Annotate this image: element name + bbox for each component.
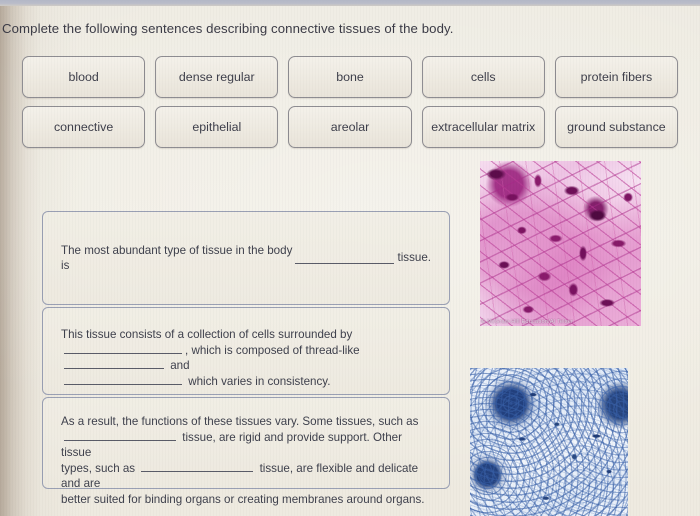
sentence-3-part-5: better suited for binding organs or crea… — [61, 492, 425, 506]
micrograph-areolar-nuclei — [480, 161, 641, 326]
sentence-dropzone-1[interactable]: The most abundant type of tissue in the … — [42, 211, 450, 305]
word-chip-blood[interactable]: blood — [22, 56, 146, 98]
sentence-2-line-3: which varies in consistency. — [61, 374, 431, 390]
sentence-3-line-1: As a result, the functions of these tiss… — [61, 414, 431, 430]
word-chip-bone[interactable]: bone — [288, 56, 412, 98]
sentence-3-part-1: As a result, the functions of these tiss… — [61, 415, 419, 428]
sentence-3-line-4: better suited for binding organs or crea… — [61, 492, 431, 508]
figure-bone-tissue — [470, 368, 628, 516]
instruction-prompt: Complete the following sentences describ… — [2, 21, 454, 36]
sentence-2-line-1: This tissue consists of a collection of … — [61, 327, 431, 343]
sentence-3-blank-2[interactable] — [141, 461, 254, 472]
sentence-3-text: As a result, the functions of these tiss… — [43, 398, 449, 507]
sentence-1-blank-1[interactable] — [295, 253, 395, 264]
word-chip-dense-regular[interactable]: dense regular — [155, 56, 279, 98]
micrograph-areolar-credit: © McGraw-Hill Education/Al Telser — [481, 319, 574, 325]
figure-areolar-tissue: © McGraw-Hill Education/Al Telser — [480, 161, 641, 326]
sentence-1-part-2: tissue. — [397, 251, 431, 265]
sentence-2-text: This tissue consists of a collection of … — [43, 308, 449, 389]
sentence-dropzone-3[interactable]: As a result, the functions of these tiss… — [42, 397, 450, 506]
micrograph-areolar-image: © McGraw-Hill Education/Al Telser — [480, 161, 641, 326]
sentence-2-part-4: which varies in consistency. — [188, 374, 331, 388]
word-chip-epithelial[interactable]: epithelial — [155, 106, 279, 148]
word-bank-row-2: connective epithelial areolar extracellu… — [22, 106, 679, 148]
word-chip-ground-substance[interactable]: ground substance — [554, 106, 679, 148]
word-chip-protein-fibers[interactable]: protein fibers — [554, 56, 679, 98]
worksheet-sheet: Complete the following sentences describ… — [0, 6, 700, 516]
sentence-dropzone-2[interactable]: This tissue consists of a collection of … — [42, 307, 450, 395]
sentence-2-line-2: , which is composed of thread-like and — [61, 343, 431, 374]
micrograph-bone-image — [470, 368, 628, 516]
sentence-3-line-3: types, such as tissue, are flexible and … — [61, 461, 431, 492]
sentence-1-text: The most abundant type of tissue in the … — [43, 212, 449, 304]
sentence-1-part-1: The most abundant type of tissue in the … — [61, 243, 296, 273]
sentence-2-part-1: This tissue consists of a collection of … — [61, 328, 353, 341]
sentence-3-line-2: tissue, are rigid and provide support. O… — [61, 430, 431, 461]
sentence-2-blank-3[interactable] — [64, 374, 182, 385]
sentence-3-part-3: types, such as — [61, 461, 136, 475]
word-chip-cells[interactable]: cells — [421, 56, 545, 98]
sentence-2-blank-1[interactable] — [64, 343, 182, 354]
word-chip-extracellular-matrix[interactable]: extracellular matrix — [421, 106, 545, 148]
word-bank-row-1: blood dense regular bone cells protein f… — [22, 56, 679, 98]
sentence-2-part-3: and — [170, 359, 190, 372]
screenshot-root: Complete the following sentences describ… — [0, 0, 700, 516]
sentence-3-blank-1[interactable] — [64, 430, 176, 441]
sentence-2-part-2: , which is composed of thread-like — [185, 343, 360, 357]
word-bank: blood dense regular bone cells protein f… — [22, 56, 679, 156]
sentence-2-blank-2[interactable] — [64, 358, 164, 369]
word-chip-areolar[interactable]: areolar — [288, 106, 412, 148]
word-chip-connective[interactable]: connective — [22, 106, 146, 148]
micrograph-bone-lacunae — [470, 368, 628, 516]
